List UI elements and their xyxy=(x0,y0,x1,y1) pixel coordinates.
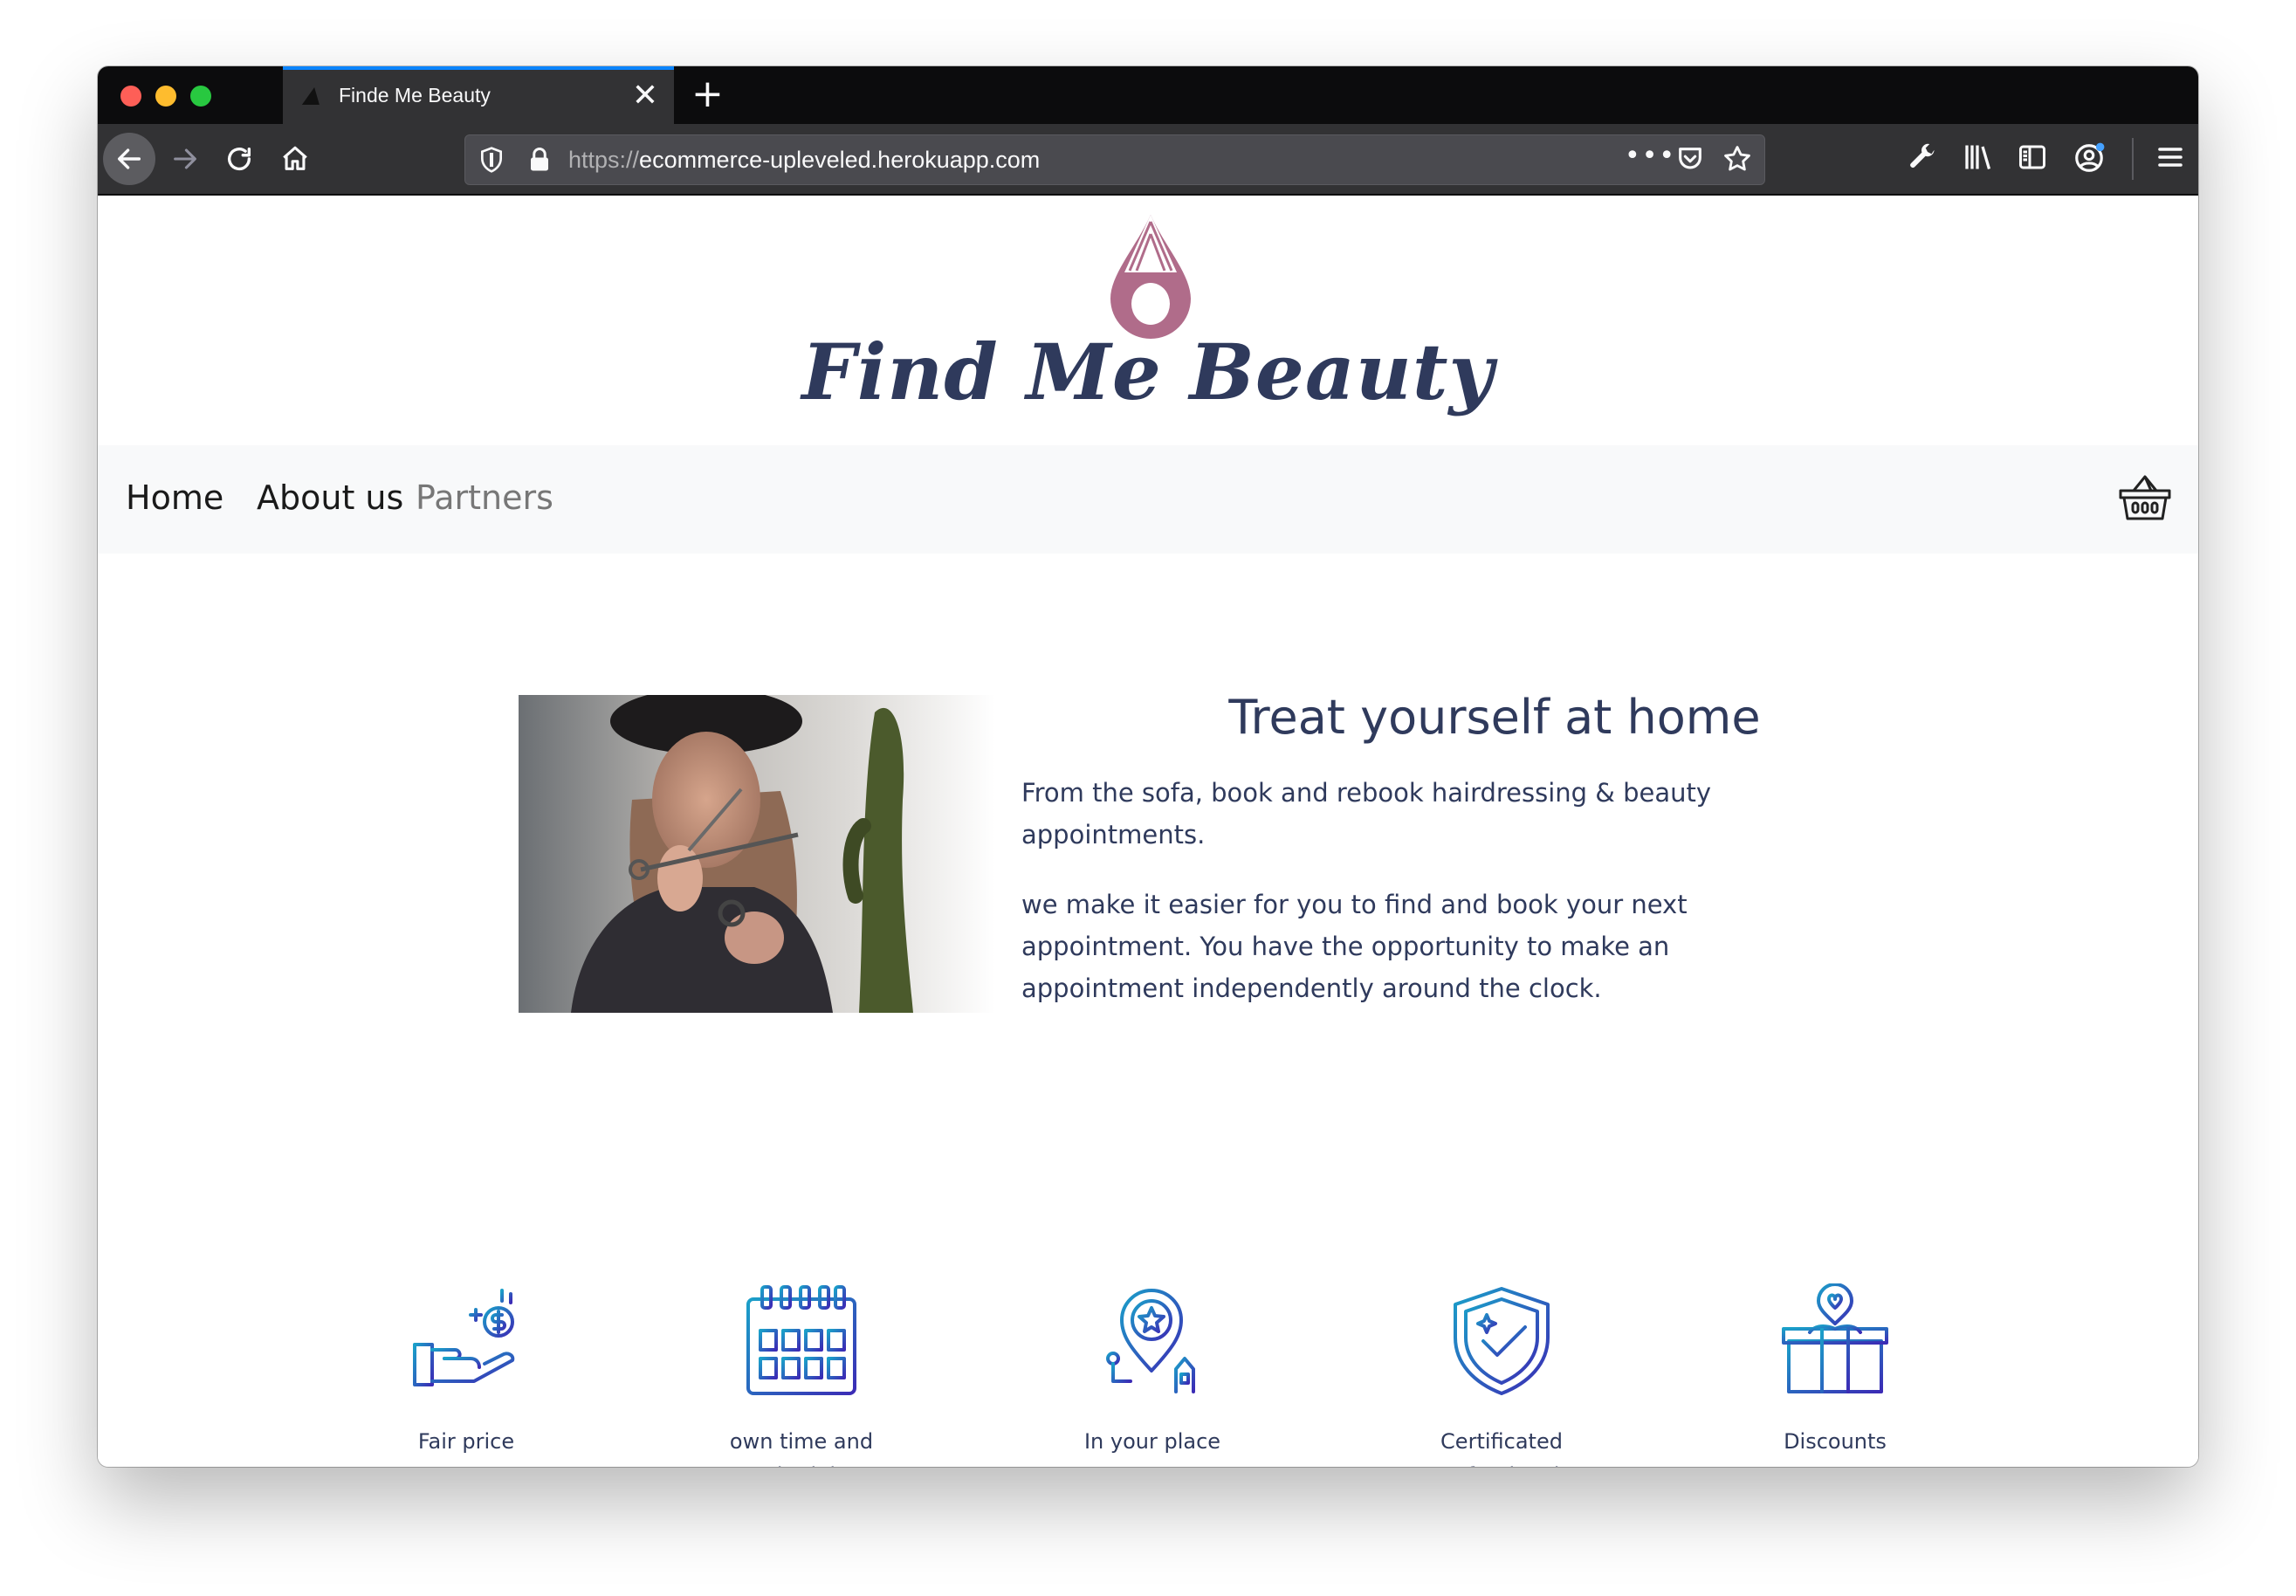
web-page: Find Me Beauty Home About us Partners Tr… xyxy=(98,196,2198,1467)
arrow-right-icon xyxy=(174,148,196,169)
reload-button[interactable] xyxy=(213,133,265,185)
sidebar-icon[interactable] xyxy=(2017,141,2048,173)
hamburger-menu-icon[interactable] xyxy=(2155,141,2186,173)
wrench-icon[interactable] xyxy=(1907,141,1938,173)
feature-label: Certificated professionals xyxy=(1433,1429,1571,1467)
page-actions-icon[interactable]: ••• xyxy=(1625,141,1676,171)
calendar-icon xyxy=(746,1285,856,1395)
account-icon[interactable] xyxy=(2073,141,2106,175)
reload-icon xyxy=(227,147,251,171)
gift-icon xyxy=(1782,1283,1888,1393)
location-pin-icon xyxy=(1106,1289,1195,1393)
close-window-button[interactable] xyxy=(120,86,141,107)
home-button[interactable] xyxy=(269,133,321,185)
zoom-window-button[interactable] xyxy=(190,86,211,107)
hero-hairdresser-image xyxy=(519,695,995,1013)
library-icon[interactable] xyxy=(1961,141,1994,173)
feature-own-time: own time and schedule xyxy=(697,1283,906,1467)
site-navbar: Home About us Partners xyxy=(98,445,2198,554)
tab-strip: Finde Me Beauty ✕ + xyxy=(98,66,2198,124)
shopping-basket-icon[interactable] xyxy=(2118,473,2172,522)
lock-icon[interactable] xyxy=(526,146,553,174)
nav-toolbar: https://ecommerce-upleveled.herokuapp.co… xyxy=(98,124,2198,196)
forward-button[interactable] xyxy=(159,133,211,185)
bookmark-star-icon[interactable] xyxy=(1722,144,1752,174)
hero-paragraph-1: From the sofa, book and rebook hairdress… xyxy=(1021,778,1712,850)
feature-certificated: Certificated professionals xyxy=(1397,1283,1606,1467)
feature-label: Fair price xyxy=(417,1429,515,1454)
toolbar-divider xyxy=(2132,138,2134,180)
tracking-shield-icon[interactable] xyxy=(478,146,505,174)
brand-title[interactable]: Find Me Beauty xyxy=(98,327,2198,417)
feature-in-your-place: In your place xyxy=(1048,1283,1257,1459)
close-tab-icon[interactable]: ✕ xyxy=(632,79,658,114)
arrow-left-icon xyxy=(117,148,141,169)
pocket-icon[interactable] xyxy=(1675,144,1705,174)
nav-link-about[interactable]: About us xyxy=(257,478,403,517)
logo-drop-icon[interactable] xyxy=(1102,211,1200,341)
tab-active[interactable]: Finde Me Beauty ✕ xyxy=(283,66,674,124)
hero-paragraph-2: we make it easier for you to find and bo… xyxy=(1021,890,1688,1003)
browser-window: Finde Me Beauty ✕ + https://ecommerce-up… xyxy=(98,66,2198,1467)
site-favicon-icon xyxy=(301,87,324,105)
minimize-window-button[interactable] xyxy=(155,86,176,107)
feature-discounts: Discounts xyxy=(1730,1283,1940,1459)
feature-label: In your place xyxy=(1083,1429,1221,1454)
feature-fair-price: Fair price xyxy=(361,1283,571,1459)
address-bar[interactable]: https://ecommerce-upleveled.herokuapp.co… xyxy=(464,134,1765,185)
back-button[interactable] xyxy=(103,133,155,185)
feature-label: Discounts xyxy=(1784,1429,1887,1454)
url-host: ecommerce-upleveled.herokuapp.com xyxy=(639,147,1041,173)
shield-check-icon xyxy=(1454,1287,1550,1395)
hero-title: Treat yourself at home xyxy=(1228,690,1761,745)
new-tab-button[interactable]: + xyxy=(691,70,724,119)
nav-link-partners[interactable]: Partners xyxy=(416,478,553,517)
nav-link-home[interactable]: Home xyxy=(126,478,223,517)
tab-title: Finde Me Beauty xyxy=(339,84,491,107)
url-scheme: https:// xyxy=(568,147,640,173)
url-text[interactable]: https://ecommerce-upleveled.herokuapp.co… xyxy=(568,147,1040,174)
home-icon xyxy=(283,146,307,170)
feature-label: own time and schedule xyxy=(729,1429,874,1467)
hand-coin-icon xyxy=(413,1289,515,1386)
